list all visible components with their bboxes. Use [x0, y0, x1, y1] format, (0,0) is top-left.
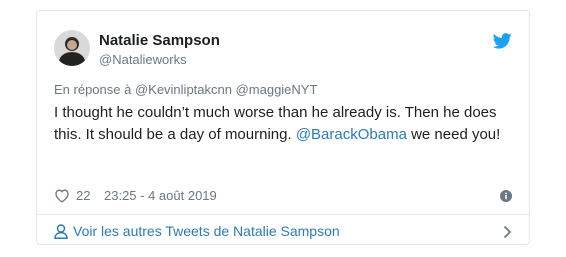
heart-outline-icon[interactable]: [54, 188, 70, 203]
tweet-card: Natalie Sampson @Natalieworks En réponse…: [36, 10, 530, 245]
reply-context: En réponse à @Kevinliptakcnn @maggieNYT: [54, 82, 318, 97]
more-tweets-label[interactable]: Voir les autres Tweets de Natalie Sampso…: [73, 223, 340, 239]
timestamp[interactable]: 23:25 - 4 août 2019: [104, 188, 217, 203]
twitter-bird-icon[interactable]: [492, 33, 512, 49]
divider: [37, 214, 529, 215]
tweet-text: I thought he couldn’t much worse than he…: [54, 102, 509, 146]
like-count[interactable]: 22: [76, 188, 90, 203]
tweet-meta: 22 23:25 - 4 août 2019: [54, 186, 512, 206]
author-names[interactable]: Natalie Sampson @Natalieworks: [99, 32, 220, 68]
avatar[interactable]: [54, 30, 90, 66]
more-tweets-link[interactable]: Voir les autres Tweets de Natalie Sampso…: [54, 222, 512, 242]
chevron-right-icon[interactable]: [503, 225, 512, 239]
mention-link[interactable]: @BarackObama: [296, 126, 407, 143]
author-handle[interactable]: @Natalieworks: [99, 51, 220, 68]
author-display-name[interactable]: Natalie Sampson: [99, 32, 220, 50]
person-icon: [54, 224, 68, 239]
info-icon[interactable]: [500, 190, 512, 202]
tweet-header: Natalie Sampson @Natalieworks: [54, 30, 512, 70]
tweet-text-part2: we need you!: [406, 126, 501, 143]
